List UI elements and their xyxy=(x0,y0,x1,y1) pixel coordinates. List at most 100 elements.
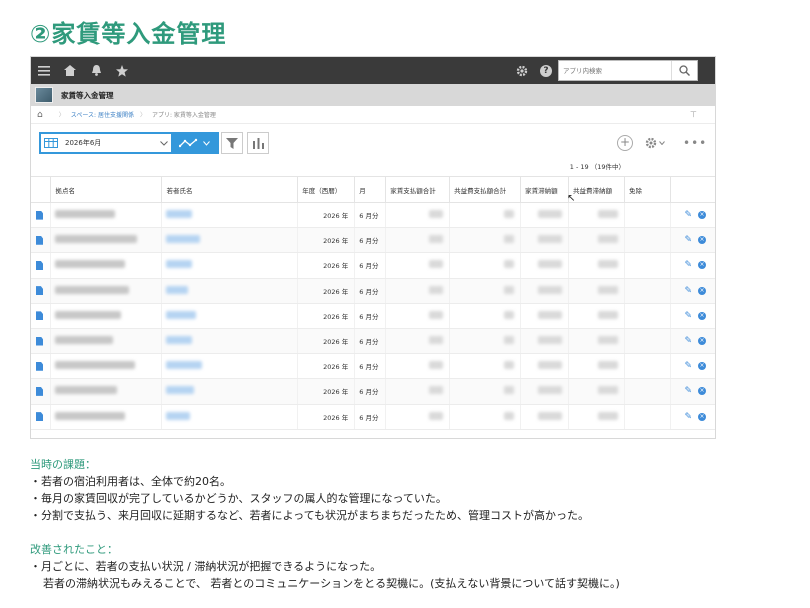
search-icon[interactable] xyxy=(671,61,697,80)
table-row[interactable]: 2026 年6 月分 ✎ × xyxy=(31,353,715,380)
document-icon[interactable] xyxy=(36,210,43,220)
document-icon[interactable] xyxy=(36,361,43,371)
table-row[interactable]: 2026 年6 月分 ✎ × xyxy=(31,378,715,405)
star-icon[interactable] xyxy=(109,57,135,84)
edit-icon[interactable]: ✎ xyxy=(684,361,692,371)
record-detail-cell[interactable] xyxy=(31,328,52,355)
table-row[interactable]: 2026 年6 月分 ✎ × xyxy=(31,202,715,229)
redacted-name xyxy=(166,310,197,319)
fee-paid-cell xyxy=(449,303,522,329)
table-row[interactable]: 2026 年6 月分 ✎ × xyxy=(31,278,715,304)
record-detail-cell[interactable] xyxy=(31,278,52,304)
add-record-button[interactable]: + xyxy=(617,132,633,154)
document-icon[interactable] xyxy=(36,412,43,422)
delete-icon[interactable]: × xyxy=(698,311,706,320)
app-search xyxy=(558,60,698,81)
gear-icon[interactable] xyxy=(509,57,535,84)
document-icon[interactable] xyxy=(36,286,43,296)
breadcrumb-space[interactable]: スペース: 居住支援関係 xyxy=(71,110,134,119)
header-fee-arrears[interactable]: 共益費滞納額 xyxy=(568,176,625,203)
row-actions-cell: ✎ × xyxy=(670,353,715,380)
header-exemption[interactable]: 免除 xyxy=(624,176,671,203)
view-select-label: 2026年6月 xyxy=(65,139,102,147)
document-icon[interactable] xyxy=(36,386,43,396)
record-detail-cell[interactable] xyxy=(31,353,52,380)
settings-button[interactable] xyxy=(645,132,665,154)
fee-paid-cell xyxy=(449,278,522,304)
more-options-icon[interactable]: ••• xyxy=(683,132,707,154)
delete-icon[interactable]: × xyxy=(698,261,706,270)
redacted-value xyxy=(538,310,563,319)
record-detail-cell[interactable] xyxy=(31,378,52,405)
header-rent-arrears[interactable]: 家賃滞納額 xyxy=(520,176,570,203)
fee-paid-cell xyxy=(449,404,522,430)
record-detail-cell[interactable] xyxy=(31,252,52,279)
table-row[interactable]: 2026 年6 月分 ✎ × xyxy=(31,404,715,430)
document-icon[interactable] xyxy=(36,336,43,346)
filter-button[interactable] xyxy=(221,132,243,154)
edit-icon[interactable]: ✎ xyxy=(684,336,692,346)
chart-button[interactable] xyxy=(247,132,269,154)
fiscal-year-cell: 2026 年 xyxy=(297,378,356,405)
delete-icon[interactable]: × xyxy=(698,337,706,346)
delete-icon[interactable]: × xyxy=(698,362,706,371)
rent-paid-cell xyxy=(385,328,451,355)
redacted-value xyxy=(598,336,618,345)
month-cell: 6 月分 xyxy=(354,227,387,254)
bell-icon[interactable] xyxy=(83,57,109,84)
fee-arrears-cell xyxy=(568,252,625,279)
record-detail-cell[interactable] xyxy=(31,303,52,329)
help-icon[interactable]: ? xyxy=(533,57,559,84)
header-fiscal-year[interactable]: 年度（西暦） xyxy=(297,176,356,203)
delete-icon[interactable]: × xyxy=(698,211,706,220)
edit-icon[interactable]: ✎ xyxy=(684,210,692,220)
header-rent-paid[interactable]: 家賃支払額合計 xyxy=(385,176,451,203)
fee-paid-cell xyxy=(449,328,522,355)
document-icon[interactable] xyxy=(36,235,43,245)
youth-name-cell xyxy=(161,404,299,430)
pin-icon[interactable]: ⊤ xyxy=(690,110,697,119)
table-row[interactable]: 2026 年6 月分 ✎ × xyxy=(31,328,715,355)
app-icon xyxy=(35,87,53,103)
graph-view-button[interactable] xyxy=(171,134,217,152)
redacted-location xyxy=(55,235,138,244)
month-cell: 6 月分 xyxy=(354,252,387,279)
document-icon[interactable] xyxy=(36,311,43,321)
exemption-cell xyxy=(624,303,671,329)
table-row[interactable]: 2026 年6 月分 ✎ × xyxy=(31,252,715,279)
record-detail-cell[interactable] xyxy=(31,202,52,229)
redacted-value xyxy=(598,310,618,319)
header-location[interactable]: 拠点名 xyxy=(50,176,163,203)
record-detail-cell[interactable] xyxy=(31,227,52,254)
header-youth-name[interactable]: 若者氏名 xyxy=(161,176,299,203)
delete-icon[interactable]: × xyxy=(698,412,706,421)
row-actions-cell: ✎ × xyxy=(670,252,715,279)
redacted-location xyxy=(55,386,118,395)
redacted-value xyxy=(504,411,515,420)
header-month[interactable]: 月 xyxy=(354,176,387,203)
header-fee-paid[interactable]: 共益費支払額合計 xyxy=(449,176,522,203)
document-icon[interactable] xyxy=(36,260,43,270)
home-icon[interactable] xyxy=(57,57,83,84)
delete-icon[interactable]: × xyxy=(698,286,706,295)
fee-paid-cell xyxy=(449,378,522,405)
delete-icon[interactable]: × xyxy=(698,387,706,396)
home-breadcrumb-icon[interactable]: ⌂ xyxy=(37,110,43,120)
redacted-name xyxy=(166,285,189,294)
exemption-cell xyxy=(624,404,671,430)
table-row[interactable]: 2026 年6 月分 ✎ × xyxy=(31,303,715,329)
view-select[interactable]: 2026年6月 xyxy=(39,132,219,154)
search-input[interactable] xyxy=(559,61,671,80)
edit-icon[interactable]: ✎ xyxy=(684,412,692,422)
record-detail-cell[interactable] xyxy=(31,404,52,430)
menu-icon[interactable] xyxy=(31,57,57,84)
fiscal-year-cell: 2026 年 xyxy=(297,202,356,229)
table-row[interactable]: 2026 年6 月分 ✎ × xyxy=(31,227,715,254)
edit-icon[interactable]: ✎ xyxy=(684,286,692,296)
redacted-location xyxy=(55,411,126,420)
edit-icon[interactable]: ✎ xyxy=(684,235,692,245)
delete-icon[interactable]: × xyxy=(698,236,706,245)
edit-icon[interactable]: ✎ xyxy=(684,260,692,270)
edit-icon[interactable]: ✎ xyxy=(684,311,692,321)
edit-icon[interactable]: ✎ xyxy=(684,386,692,396)
